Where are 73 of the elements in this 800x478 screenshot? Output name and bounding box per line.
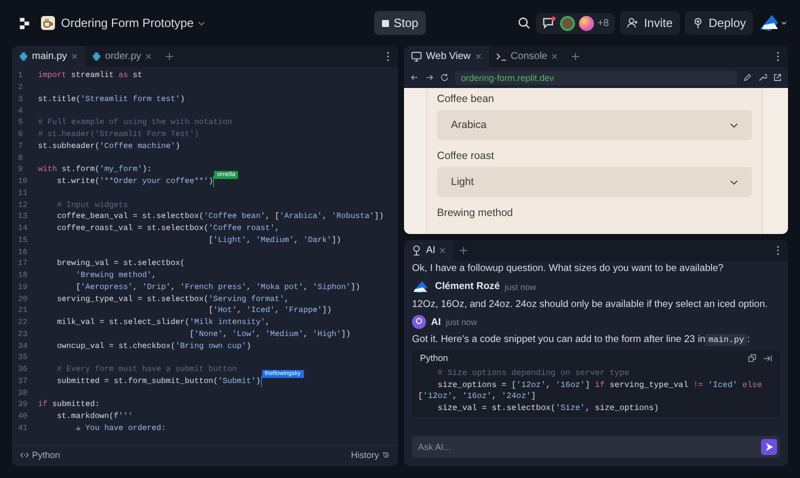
close-icon[interactable]: [71, 53, 78, 60]
close-icon[interactable]: [551, 53, 558, 60]
file-tab[interactable]: main.py: [12, 46, 86, 67]
more-icon[interactable]: [776, 245, 780, 256]
select-field[interactable]: Arabica: [437, 110, 752, 140]
stop-icon: [382, 20, 389, 26]
more-icon[interactable]: [386, 51, 390, 62]
code-icon: [20, 452, 29, 458]
pane-tab[interactable]: Console: [488, 46, 566, 67]
file-tab[interactable]: order.py: [85, 46, 160, 67]
cup-icon: [41, 16, 55, 30]
forward-icon[interactable]: [425, 73, 434, 82]
send-button[interactable]: [761, 439, 777, 455]
ai-avatar: [412, 315, 426, 329]
deploy-button[interactable]: Deploy: [684, 11, 753, 35]
language-label[interactable]: Python: [20, 450, 60, 460]
add-person-icon: [626, 17, 639, 29]
field-label: Coffee bean: [437, 93, 496, 105]
python-icon: [19, 52, 28, 61]
add-tab-icon[interactable]: [459, 246, 468, 255]
ask-ai-input[interactable]: Ask AI...: [412, 438, 757, 456]
chat-message: 12Oz, 16Oz, and 24oz. 24oz should only be available if they select an iced option.: [412, 299, 769, 310]
stop-button[interactable]: Stop: [374, 11, 426, 35]
user-avatar: [412, 279, 430, 294]
field-label: Coffee roast: [437, 150, 496, 162]
pane-tab[interactable]: Web View: [404, 46, 489, 67]
close-icon[interactable]: [145, 53, 152, 60]
inline-code: main.py: [705, 334, 748, 346]
chevron-down-icon: [730, 180, 738, 184]
terminal-icon: [496, 51, 507, 62]
author-name: Clément Rozé: [435, 281, 500, 292]
chevron-down-icon: [198, 20, 205, 26]
python-icon: [92, 52, 102, 61]
pencil-icon[interactable]: [743, 73, 752, 82]
external-link-icon[interactable]: [773, 73, 782, 82]
code-line: # Size options depending on server type: [436, 368, 630, 380]
send-icon: [764, 442, 774, 452]
more-icon[interactable]: [776, 51, 780, 62]
timestamp: just now: [504, 282, 536, 292]
avatar[interactable]: [560, 16, 575, 30]
close-icon[interactable]: [439, 247, 446, 254]
code-line: size_val = st.selectbox('Size', size_options): [436, 402, 660, 414]
add-tab-icon[interactable]: [165, 52, 174, 61]
insert-icon[interactable]: [763, 354, 772, 362]
url-field[interactable]: ordering-form.replit.dev: [455, 70, 737, 84]
back-icon[interactable]: [410, 73, 419, 82]
monitor-icon: [411, 51, 422, 62]
avatar[interactable]: [578, 16, 594, 30]
history-button[interactable]: History: [350, 450, 390, 460]
collaborator-count[interactable]: +8: [598, 18, 609, 28]
add-tab-icon[interactable]: [571, 52, 580, 61]
chat-message: Got it. Here’s a code snippet you can add to the form after line 23 in main.py :: [412, 334, 751, 345]
timestamp: just now: [446, 317, 477, 327]
chat-icon[interactable]: [542, 16, 556, 30]
chat-message: Ok, I have a followup question. What sizes do you want to be available?: [412, 263, 725, 274]
user-avatar[interactable]: [758, 13, 788, 33]
chevron-down-icon: [730, 122, 738, 128]
author-name: AI: [431, 316, 441, 328]
language-label: Python: [420, 353, 448, 363]
text-cursor: [260, 376, 262, 387]
field-label: Brewing method: [437, 207, 514, 219]
close-icon[interactable]: [474, 53, 482, 60]
pane-tab[interactable]: AI: [404, 240, 454, 261]
invite-button[interactable]: Invite: [620, 11, 680, 35]
history-icon: [382, 451, 390, 459]
logo-icon[interactable]: [18, 16, 31, 30]
search-icon[interactable]: [516, 16, 531, 30]
project-title[interactable]: Ordering Form Prototype: [61, 16, 194, 30]
copy-icon[interactable]: [748, 354, 757, 362]
text-cursor: [213, 176, 214, 188]
reload-icon[interactable]: [440, 73, 449, 82]
select-field[interactable]: Light: [437, 167, 752, 197]
ask-ai-field[interactable]: Ask AI...: [412, 436, 780, 458]
